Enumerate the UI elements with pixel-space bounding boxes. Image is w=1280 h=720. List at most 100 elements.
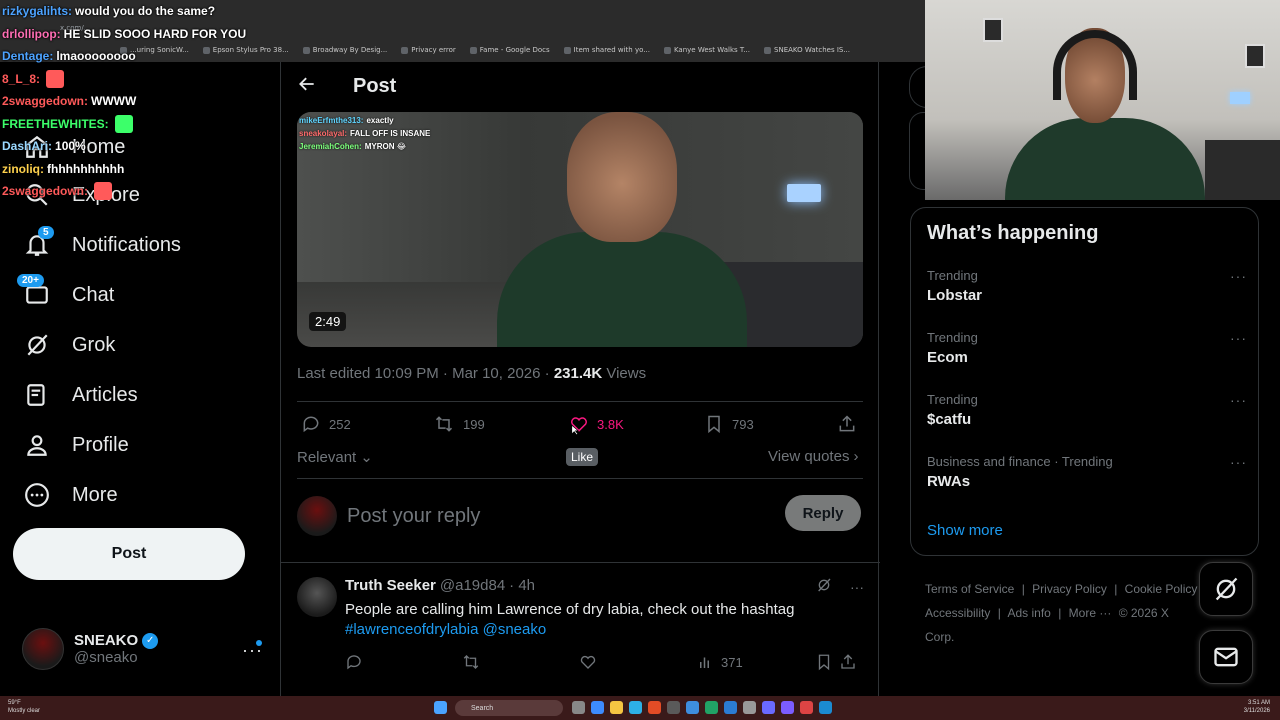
video-chat-overlay: mikeErfmthe313: exactly sneakolayal: FALL O… — [299, 114, 430, 153]
share-button[interactable] — [837, 414, 857, 434]
nav-articles[interactable]: Articles — [24, 382, 138, 408]
nav-label: More — [72, 483, 118, 506]
chat-text: HE SLID SOOO HARD FOR YOU — [63, 26, 247, 41]
show-more-link[interactable]: Show more — [927, 522, 1003, 539]
repost-button[interactable]: 199 — [433, 414, 485, 434]
view-quotes-link[interactable]: View quotes › — [768, 448, 858, 465]
nav-profile[interactable]: Profile — [24, 432, 129, 458]
taskview-icon[interactable] — [572, 701, 585, 714]
sort-dropdown[interactable]: Relevant ⌄ — [297, 448, 373, 467]
edge-icon[interactable] — [629, 701, 642, 714]
nav-grok[interactable]: Grok — [24, 332, 115, 358]
chat-message: zinoliq: fhhhhhhhhhh — [2, 158, 302, 181]
app-icon[interactable] — [686, 701, 699, 714]
trend-item[interactable]: Business and finance · Trending RWAs ··· — [927, 454, 1247, 490]
footer-link[interactable]: Accessibility — [925, 606, 990, 620]
nav-notifications[interactable]: 5 Notifications — [24, 226, 181, 258]
discord-icon[interactable] — [781, 701, 794, 714]
chevron-down-icon: ⌄ — [360, 449, 373, 466]
more-icon[interactable]: ··· — [1230, 268, 1247, 284]
bookmark[interactable]: SNEAKO Watches IS... — [764, 46, 850, 54]
taskbar-icons — [434, 701, 447, 714]
nav-chat[interactable]: 20+ Chat — [17, 274, 115, 308]
footer-link[interactable]: Terms of Service — [925, 582, 1014, 596]
avatar[interactable] — [297, 577, 337, 617]
video-chat-message: mikeErfmthe313: exactly — [299, 114, 430, 127]
repost-icon[interactable] — [461, 653, 481, 671]
bookmark[interactable]: Item shared with yo... — [563, 46, 650, 54]
tweet-text: People are calling him Lawrence of dry l… — [345, 601, 795, 638]
bookmark[interactable]: Kanye West Walks T... — [663, 46, 750, 54]
views-button[interactable]: 371 — [697, 653, 743, 671]
chat-username: DashAri: — [2, 139, 53, 153]
bookmark[interactable]: Broadway By Desig... — [302, 46, 387, 54]
chat-username: JeremiahCohen: — [299, 142, 362, 151]
video-player[interactable]: mikeErfmthe313: exactly sneakolayal: FALL O… — [297, 112, 863, 347]
reply-input[interactable]: Post your reply — [347, 505, 480, 528]
heart-icon[interactable] — [579, 653, 597, 671]
messages-fab-button[interactable] — [1199, 630, 1253, 684]
word-icon[interactable] — [724, 701, 737, 714]
more-icon[interactable]: ··· — [1230, 330, 1247, 346]
hashtag-link[interactable]: #lawrenceofdrylabia — [345, 621, 478, 638]
chat-message: 2swaggedown: WWWW — [2, 90, 302, 113]
footer-link[interactable]: Cookie Policy — [1125, 582, 1198, 596]
taskbar-clock[interactable]: 3:51 AM 3/11/2026 — [1244, 699, 1270, 715]
more-icon[interactable]: ··· — [1230, 392, 1247, 408]
post-actions: 252 199 3.8K 793 — [297, 412, 863, 440]
share-icon[interactable] — [839, 653, 857, 671]
reply-submit-button[interactable]: Reply — [785, 495, 861, 531]
unread-dot — [256, 640, 262, 646]
footer-link[interactable]: Ads info — [1008, 606, 1051, 620]
tweet-author-handle: @a19d84 — [439, 577, 506, 594]
bookmark-button[interactable]: 793 — [704, 414, 754, 434]
folder-icon[interactable] — [610, 701, 623, 714]
post-header: Post — [281, 62, 880, 112]
chrome-icon[interactable] — [800, 701, 813, 714]
chat-text: fhhhhhhhhhh — [47, 161, 125, 176]
chat-badge: 20+ — [17, 274, 44, 287]
trend-item[interactable]: Trending Ecom ··· — [927, 330, 1247, 366]
bookmark-icon[interactable] — [815, 653, 833, 671]
account-switcher[interactable]: SNEAKO ✓ @sneako — [22, 628, 159, 670]
footer-link[interactable]: More ··· — [1069, 606, 1112, 620]
reply-button[interactable]: 252 — [301, 414, 351, 434]
post-button[interactable]: Post — [13, 528, 245, 580]
grok-fab-button[interactable] — [1199, 562, 1253, 616]
start-icon[interactable] — [434, 701, 447, 714]
tweet-time: · 4h — [509, 577, 536, 594]
mention-link[interactable]: @sneako — [483, 621, 547, 638]
app-icon[interactable] — [648, 701, 661, 714]
app-icon[interactable] — [762, 701, 775, 714]
more-icon[interactable]: ··· — [850, 579, 864, 595]
chat-username: zinoliq: — [2, 161, 44, 176]
nav-more[interactable]: More — [24, 482, 118, 508]
tweet-author-name[interactable]: Truth Seeker — [345, 577, 436, 594]
weather-widget[interactable]: 59°F Mostly clear — [8, 699, 40, 715]
bookmark[interactable]: Fame - Google Docs — [469, 46, 550, 54]
nav-label: Chat — [72, 283, 115, 306]
mouse-cursor-icon — [571, 424, 579, 436]
reply-icon[interactable] — [345, 653, 363, 671]
trend-item[interactable]: Trending $catfu ··· — [927, 392, 1247, 428]
taskbar-search[interactable]: Search — [455, 700, 563, 716]
app-icon[interactable] — [591, 701, 604, 714]
bookmark[interactable]: Privacy error — [401, 46, 456, 54]
app-icon[interactable] — [667, 701, 680, 714]
chat-username: 2swaggedown: — [2, 94, 89, 108]
grok-icon[interactable] — [816, 577, 832, 596]
nav-label: Grok — [72, 333, 116, 356]
share-icon — [839, 415, 855, 432]
app-icon[interactable] — [743, 701, 756, 714]
video-duration: 2:49 — [309, 312, 347, 331]
excel-icon[interactable] — [705, 701, 718, 714]
chat-text: lmaoooooooo — [56, 49, 136, 63]
steam-icon[interactable] — [819, 701, 832, 714]
nav-label: Articles — [72, 383, 138, 406]
grok-icon — [1215, 577, 1238, 601]
reply-tweet[interactable]: Truth Seeker @a19d84 · 4h ··· People are… — [281, 562, 880, 696]
trend-item[interactable]: Trending Lobstar ··· — [927, 268, 1247, 304]
more-icon[interactable]: ··· — [1230, 454, 1247, 470]
footer-link[interactable]: Privacy Policy — [1032, 582, 1107, 596]
chat-message: FREETHEWHITES: — [2, 113, 302, 136]
